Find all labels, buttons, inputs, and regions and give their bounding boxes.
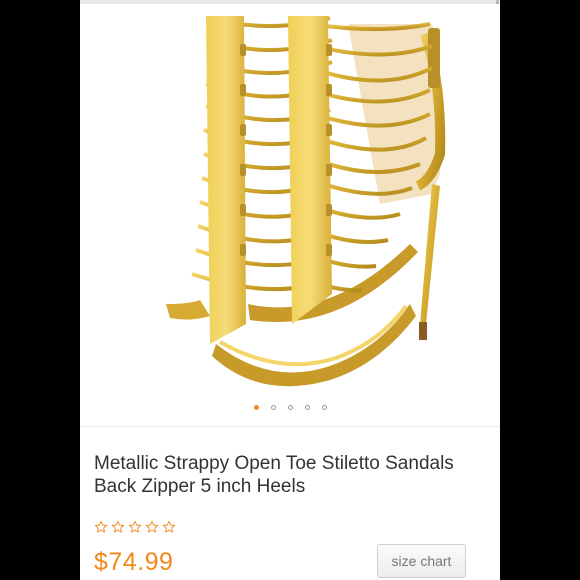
image-carousel-dots xyxy=(80,402,500,412)
size-chart-button[interactable]: size chart xyxy=(377,544,466,578)
star-outline-icon xyxy=(162,520,176,533)
star-outline-icon xyxy=(128,520,142,533)
star-outline-icon xyxy=(94,520,108,533)
product-price: $74.99 xyxy=(94,548,174,576)
gold-sandals-illustration xyxy=(166,16,446,387)
carousel-dot-2[interactable] xyxy=(270,404,276,410)
carousel-dot-3[interactable] xyxy=(287,404,293,410)
carousel-dot-5[interactable] xyxy=(321,404,327,410)
section-divider xyxy=(80,426,500,427)
rating-stars[interactable] xyxy=(94,520,176,534)
star-outline-icon xyxy=(145,520,159,533)
carousel-dot-4[interactable] xyxy=(304,404,310,410)
product-title: Metallic Strappy Open Toe Stiletto Sanda… xyxy=(94,453,454,497)
product-image[interactable] xyxy=(80,4,500,396)
star-outline-icon xyxy=(111,520,125,533)
carousel-dot-1[interactable] xyxy=(253,404,259,410)
product-page: Metallic Strappy Open Toe Stiletto Sanda… xyxy=(80,0,500,580)
